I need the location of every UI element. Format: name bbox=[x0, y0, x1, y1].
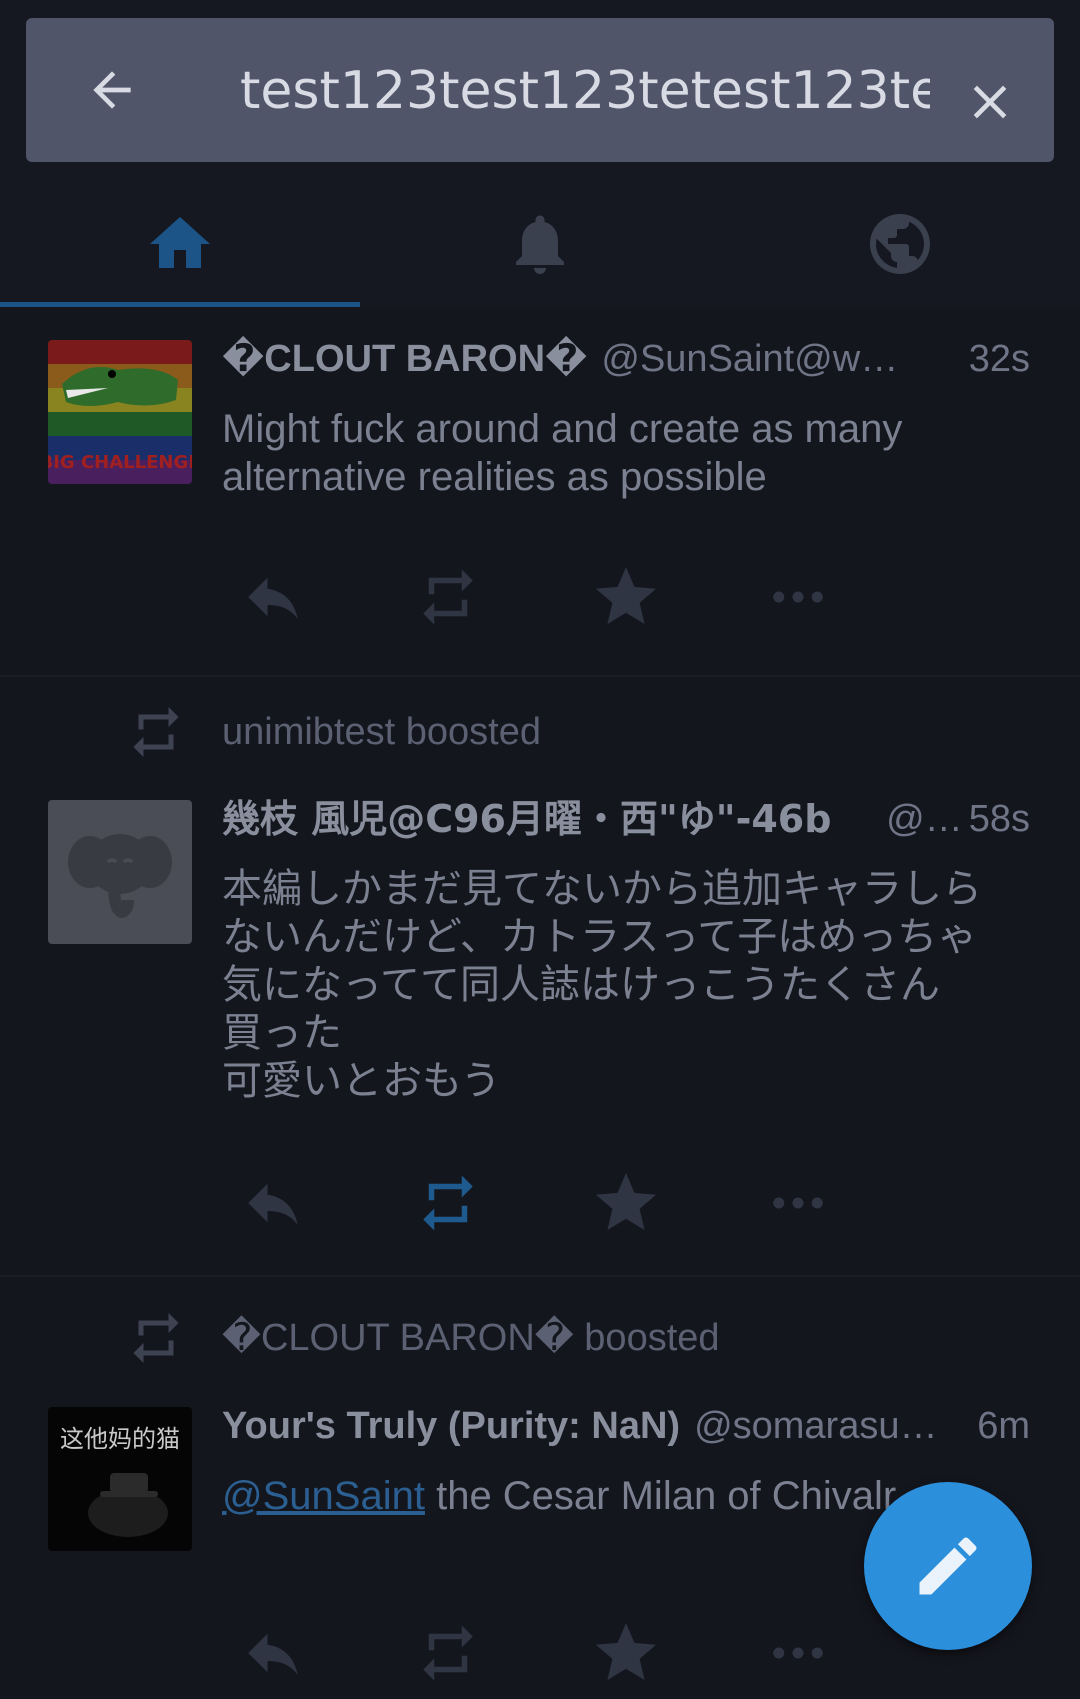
pencil-icon bbox=[919, 1537, 977, 1595]
close-icon bbox=[973, 85, 1007, 119]
handle[interactable]: @… bbox=[845, 794, 963, 844]
boost-button[interactable] bbox=[397, 557, 572, 637]
search-header: test123test123tetest123tes bbox=[0, 0, 1080, 180]
content-text: the Cesar Milan of Chivalr bbox=[436, 1474, 897, 1518]
reply-icon bbox=[248, 1633, 298, 1675]
more-horizontal-icon bbox=[773, 1647, 823, 1659]
booster-name: �CLOUT BARON� bbox=[222, 1317, 574, 1359]
status-content: Might fuck around and create as many alt… bbox=[222, 407, 903, 499]
mention-link[interactable]: @SunSaint bbox=[222, 1474, 425, 1518]
repeat-icon bbox=[126, 702, 186, 762]
star-icon bbox=[596, 567, 656, 624]
timestamp: 58s bbox=[968, 798, 1030, 840]
status-content: 本編しかまだ見てないから追加キャラしら ないんだけど、カトラスって子はめっちゃ … bbox=[222, 865, 1040, 1105]
reply-button[interactable] bbox=[222, 1613, 397, 1693]
avatar[interactable] bbox=[48, 800, 192, 944]
boosted-suffix: boosted bbox=[584, 1317, 720, 1359]
svg-text:BIG CHALLENGE: BIG CHALLENGE bbox=[48, 452, 192, 473]
status-header: Your's Truly (Purity: NaN) @somarasu… 6m bbox=[222, 1401, 1030, 1451]
boost-button[interactable] bbox=[397, 1163, 572, 1243]
reply-button[interactable] bbox=[222, 557, 397, 637]
boosted-by-text[interactable]: �CLOUT BARON� boosted bbox=[222, 1308, 720, 1368]
clear-search-button[interactable] bbox=[960, 72, 1020, 132]
display-name[interactable]: Your's Truly (Purity: NaN) bbox=[222, 1401, 680, 1451]
back-button[interactable] bbox=[78, 56, 146, 124]
home-icon bbox=[150, 216, 210, 268]
reply-button[interactable] bbox=[222, 1163, 397, 1243]
star-icon bbox=[596, 1623, 656, 1680]
repeat-icon bbox=[423, 1625, 473, 1681]
search-input[interactable]: test123test123tetest123tes bbox=[240, 58, 930, 124]
more-horizontal-icon bbox=[773, 1197, 823, 1209]
favourite-button[interactable] bbox=[572, 557, 747, 637]
favourite-button[interactable] bbox=[572, 1613, 747, 1693]
tab-public[interactable] bbox=[720, 180, 1080, 307]
avatar[interactable]: BIG CHALLENGE bbox=[48, 340, 192, 484]
reply-icon bbox=[248, 577, 298, 619]
boost-button[interactable] bbox=[397, 1613, 572, 1693]
timestamp: 6m bbox=[977, 1405, 1030, 1447]
repeat-icon bbox=[126, 1308, 186, 1368]
content-line: 本編しかまだ見てないから追加キャラしら bbox=[222, 866, 982, 912]
handle[interactable]: @SunSaint@w… bbox=[601, 334, 962, 384]
display-name-text: �CLOUT BARON� bbox=[222, 338, 588, 380]
star-icon bbox=[596, 1173, 656, 1230]
content-line: 可愛いとおもう bbox=[222, 1058, 501, 1104]
status-item[interactable]: BIG CHALLENGE �CLOUT BARON� @SunSaint@w…… bbox=[0, 307, 1080, 677]
tab-notifications[interactable] bbox=[360, 180, 720, 307]
reply-icon bbox=[248, 1183, 298, 1225]
bell-icon bbox=[516, 215, 564, 274]
tab-home[interactable] bbox=[0, 180, 360, 307]
boost-indicator: �CLOUT BARON� boosted bbox=[0, 1308, 1080, 1368]
boost-indicator: unimibtest boosted bbox=[0, 702, 1080, 762]
avatar[interactable]: 这他妈的猫 bbox=[48, 1407, 192, 1551]
display-name[interactable]: 幾枝 風児@C96月曜・西"ゆ"-46b bbox=[222, 794, 831, 844]
content-line: ないんだけど、カトラスって子はめっちゃ bbox=[222, 914, 978, 960]
status-actions bbox=[222, 1613, 922, 1693]
search-bar: test123test123tetest123tes bbox=[26, 18, 1054, 162]
content-line: 買った bbox=[222, 1010, 342, 1056]
boosted-by-text[interactable]: unimibtest boosted bbox=[222, 702, 541, 762]
content-line: 気になってて同人誌はけっこうたくさん bbox=[222, 962, 940, 1008]
status-item[interactable]: unimibtest boosted 幾枝 風児@C96月曜・西"ゆ"-46b … bbox=[0, 677, 1080, 1277]
display-name[interactable]: �CLOUT BARON� bbox=[222, 334, 587, 384]
timestamp: 32s bbox=[968, 338, 1030, 380]
repeat-icon bbox=[423, 1175, 473, 1231]
repeat-icon bbox=[423, 569, 473, 625]
compose-button[interactable] bbox=[864, 1482, 1032, 1650]
status-header: �CLOUT BARON� @SunSaint@w… 32s bbox=[222, 334, 1030, 384]
timeline-tabs bbox=[0, 180, 1080, 307]
more-button[interactable] bbox=[747, 557, 922, 637]
globe-icon bbox=[870, 213, 930, 274]
favourite-button[interactable] bbox=[572, 1163, 747, 1243]
status-header: 幾枝 風児@C96月曜・西"ゆ"-46b @… 58s bbox=[222, 794, 1030, 844]
more-horizontal-icon bbox=[773, 591, 823, 603]
handle[interactable]: @somarasu… bbox=[694, 1401, 971, 1451]
arrow-left-icon bbox=[93, 71, 131, 109]
status-actions bbox=[222, 557, 922, 637]
avatar-text: 这他妈的猫 bbox=[60, 1425, 180, 1453]
more-button[interactable] bbox=[747, 1163, 922, 1243]
status-actions bbox=[222, 1163, 922, 1243]
